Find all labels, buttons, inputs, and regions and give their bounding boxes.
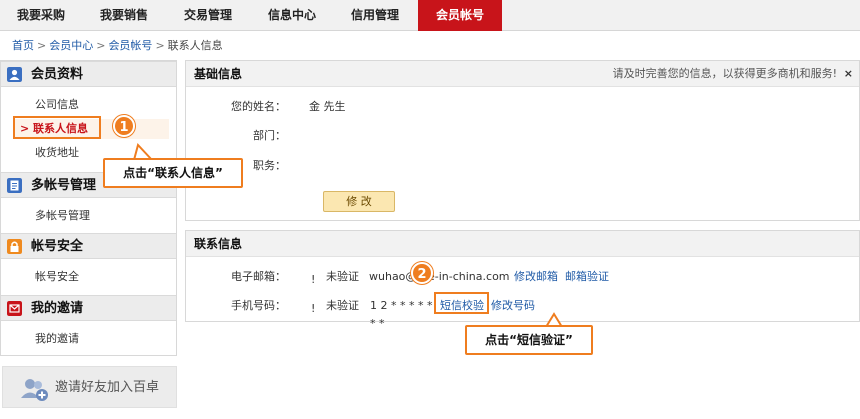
panel-title: 联系信息	[194, 237, 243, 251]
invite-friends-banner[interactable]: 邀请好友加入百卓	[2, 366, 177, 408]
close-icon[interactable]: ×	[844, 67, 853, 80]
sidebar: 会员资料 公司信息 > 联系人信息 收货地址 多帐号管理 多帐号管理 帐号安全 …	[0, 60, 177, 356]
sidebar-section-title: 我的邀请	[31, 301, 84, 316]
breadcrumb-current: 联系人信息	[167, 39, 223, 52]
contact-info-highlight	[13, 116, 101, 139]
sidebar-item-label: 帐号安全	[35, 270, 79, 283]
panel-title: 基础信息	[194, 67, 243, 81]
panel-note: 请及时完善您的信息，以获得更多商机和服务!	[612, 67, 837, 80]
sidebar-section-title: 帐号安全	[31, 239, 84, 254]
email-value-right: e-in-china.com	[428, 270, 510, 283]
tab-purchase[interactable]: 我要采购	[0, 0, 82, 31]
top-nav: 我要采购 我要销售 交易管理 信息中心 信用管理 会员帐号	[0, 0, 860, 31]
email-field-row: 电子邮箱：	[186, 268, 286, 286]
profile-icon	[7, 67, 22, 82]
email-status: 未验证	[326, 270, 359, 283]
verify-email-link[interactable]: 邮箱验证	[565, 268, 613, 286]
step-2-badge: 2	[411, 262, 433, 284]
name-value: 金 先生	[309, 100, 346, 113]
department-field-row: 部门：	[186, 127, 286, 145]
tab-trade-management[interactable]: 交易管理	[166, 0, 250, 31]
breadcrumb-separator: >	[37, 39, 47, 52]
phone-label: 手机号码：	[231, 299, 286, 312]
sidebar-item-label: 收货地址	[35, 146, 79, 159]
sidebar-section-my-invitations[interactable]: 我的邀请	[1, 295, 176, 321]
invite-icon	[7, 301, 22, 316]
step-1-callout: 点击“联系人信息”	[103, 158, 243, 188]
tab-sales[interactable]: 我要销售	[82, 0, 166, 31]
warning-icon: !	[311, 302, 316, 315]
sidebar-section-title: 会员资料	[31, 67, 84, 82]
contact-info-header: 联系信息	[186, 231, 859, 257]
email-value-left: wuhao@	[369, 270, 417, 283]
tab-credit-management[interactable]: 信用管理	[334, 0, 416, 31]
contact-info-panel: 联系信息 电子邮箱： ! 未验证 wuhao@ e-in-china.com 修…	[185, 230, 860, 330]
sidebar-section-profile[interactable]: 会员资料	[1, 61, 176, 87]
step-1-badge: 1	[113, 115, 135, 137]
edit-button[interactable]: 修 改	[323, 191, 395, 212]
department-label: 部门：	[253, 129, 286, 142]
breadcrumb-separator: >	[155, 39, 165, 52]
name-field-row: 您的姓名：	[186, 98, 286, 116]
sidebar-item-label: 公司信息	[35, 98, 79, 111]
basic-info-header: 基础信息 请及时完善您的信息，以获得更多商机和服务! ×	[186, 61, 859, 87]
breadcrumb: 首页 > 会员中心 > 会员帐号 > 联系人信息	[12, 38, 223, 54]
step-2-callout: 点击“短信验证”	[465, 325, 593, 355]
sidebar-section-title: 多帐号管理	[31, 178, 97, 193]
invite-banner-label: 邀请好友加入百卓	[55, 380, 160, 395]
tab-info-center[interactable]: 信息中心	[250, 0, 334, 31]
sidebar-item-label: 我的邀请	[35, 332, 79, 345]
lock-icon	[7, 239, 22, 254]
phone-field-row: 手机号码：	[186, 297, 286, 315]
sidebar-section-account-security[interactable]: 帐号安全	[1, 233, 176, 259]
phone-value: 1 2 * * * * * * *	[370, 299, 433, 330]
phone-status: 未验证	[326, 299, 359, 312]
sidebar-item-multi-account[interactable]: 多帐号管理	[1, 206, 176, 226]
basic-info-panel: 基础信息 请及时完善您的信息，以获得更多商机和服务! × 您的姓名： 金 先生 …	[185, 60, 860, 221]
email-label: 电子邮箱：	[231, 270, 286, 283]
sidebar-item-label: 多帐号管理	[35, 209, 90, 222]
tab-member-account[interactable]: 会员帐号	[418, 0, 502, 31]
change-phone-link[interactable]: 修改号码	[491, 297, 539, 315]
warning-icon: !	[311, 273, 316, 286]
breadcrumb-home[interactable]: 首页	[12, 39, 34, 52]
change-email-link[interactable]: 修改邮箱	[514, 268, 562, 286]
add-friends-icon	[21, 379, 48, 401]
breadcrumb-member-center[interactable]: 会员中心	[49, 39, 93, 52]
document-icon	[7, 178, 22, 193]
position-value	[309, 157, 509, 175]
sidebar-item-my-invitations[interactable]: 我的邀请	[1, 329, 176, 349]
sms-verify-highlight	[434, 292, 489, 314]
breadcrumb-separator: >	[96, 39, 106, 52]
sidebar-item-account-security[interactable]: 帐号安全	[1, 267, 176, 287]
sidebar-item-company-info[interactable]: 公司信息	[1, 95, 176, 115]
breadcrumb-member-account[interactable]: 会员帐号	[108, 39, 152, 52]
department-value	[309, 127, 509, 145]
name-label: 您的姓名：	[231, 100, 286, 113]
